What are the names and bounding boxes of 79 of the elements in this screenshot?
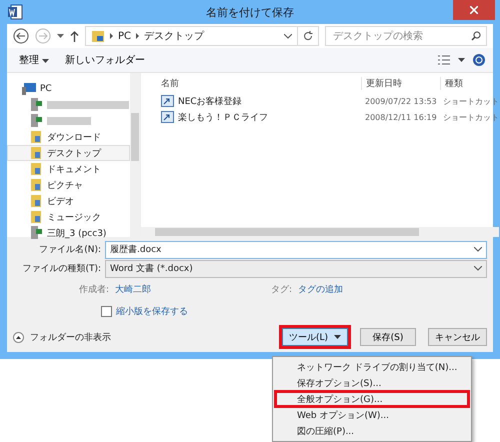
checkbox[interactable] [101, 306, 112, 317]
tree-item[interactable]: デスクトップ [7, 145, 130, 161]
tree-item[interactable]: ドキュメント [7, 161, 130, 177]
path-segment[interactable]: デスクトップ [144, 29, 204, 43]
caret-icon[interactable] [458, 58, 465, 62]
scrollbar[interactable] [141, 227, 499, 237]
chevron-icon [110, 33, 113, 39]
table-cell-text: 2009/07/22 13:53 [364, 96, 438, 108]
network-drive-icon [30, 226, 43, 240]
folder-icon [30, 146, 43, 160]
filetype-label: ファイルの種類(T): [21, 262, 102, 275]
shortcut-icon [161, 95, 174, 107]
network-drive-icon [30, 98, 43, 112]
filename-field[interactable]: 履歴書.docx [105, 240, 487, 258]
column-header[interactable]: 更新日時 [361, 76, 440, 90]
folder-icon [30, 210, 43, 224]
folder-icon [30, 178, 43, 192]
search-field[interactable]: デスクトップの検索 [325, 26, 487, 46]
chevron-down-icon[interactable] [284, 34, 292, 38]
cancel-button[interactable]: キャンセル [428, 328, 487, 346]
menu-item[interactable]: 全般オプション(G)... [275, 391, 469, 407]
tree-item[interactable]: ビデオ [7, 193, 130, 209]
folder-icon [30, 194, 43, 208]
search-icon [471, 31, 481, 41]
column-header[interactable]: 名前 [153, 76, 361, 90]
author-link[interactable]: 大崎二郎 [115, 282, 151, 296]
filename-label: ファイル名(N): [38, 244, 102, 256]
hide-folders-link[interactable]: フォルダーの非表示 [30, 330, 111, 344]
checkbox-label[interactable]: 縮小版を保存する [116, 305, 188, 318]
back-icon[interactable] [13, 28, 29, 44]
menu-item[interactable]: Web オプション(W)... [275, 407, 469, 423]
shortcut-icon [161, 111, 174, 123]
chevron-icon [136, 33, 140, 39]
caret-icon[interactable] [57, 34, 64, 38]
chevron-up-icon[interactable] [13, 332, 24, 342]
new-folder-button[interactable]: 新しいフォルダー [61, 51, 150, 69]
chevron-down-icon [474, 247, 482, 252]
window-title: 名前を付けて保存 [206, 4, 294, 20]
close-button[interactable] [453, 0, 495, 20]
menu-item[interactable]: 保存オプション(S)... [275, 375, 469, 391]
organize-button[interactable]: 整理 [15, 51, 54, 69]
network-drive-icon [30, 114, 43, 128]
menu-item[interactable]: ネットワーク ドライブの割り当て(N)... [275, 359, 469, 375]
caret-icon [334, 335, 341, 339]
scrollbar[interactable] [130, 73, 140, 237]
tools-button[interactable]: ツール(L) [282, 328, 348, 346]
tree-item[interactable]: ミュージック [7, 209, 130, 225]
tree-item[interactable]: PC [7, 81, 130, 97]
computer-icon [22, 83, 36, 95]
menu-item[interactable]: 図の圧縮(P)... [275, 423, 469, 439]
tree-item[interactable]: 三朗_3 (pcc3) [7, 225, 130, 241]
folder-icon [91, 29, 105, 43]
folder-icon [30, 162, 43, 176]
filetype-dropdown[interactable]: Word 文書 (*.docx) [105, 260, 487, 278]
file-name[interactable]: NECお客様登録 [178, 94, 242, 108]
file-name[interactable]: 楽しもう！ＰＣライフ [178, 110, 268, 124]
save-button[interactable]: 保存(S) [360, 328, 416, 346]
tree-item[interactable]: ダウンロード [7, 129, 130, 145]
close-icon [470, 6, 478, 14]
table-cell-text: ショートカット [442, 112, 499, 124]
table-cell-text: ショートカット [442, 96, 499, 108]
address-bar[interactable]: PC デスクトップ [85, 26, 319, 46]
blurred-label [47, 117, 91, 125]
refresh-icon[interactable] [303, 31, 313, 41]
help-icon[interactable] [473, 54, 485, 66]
chevron-down-icon [474, 266, 482, 271]
search-input[interactable]: デスクトップの検索 [331, 30, 471, 42]
tags-label: タグ: [271, 284, 294, 296]
author-label: 作成者: [78, 284, 110, 296]
tree-item[interactable]: ピクチャ [7, 177, 130, 193]
table-cell-text: 2008/12/11 16:19 [364, 112, 438, 124]
folder-icon [30, 130, 43, 144]
column-header[interactable]: 種類 [440, 76, 499, 90]
up-arrow-icon[interactable] [70, 30, 79, 42]
document-app-icon [7, 4, 23, 20]
tags-link[interactable]: タグの追加 [298, 282, 344, 296]
view-icon[interactable] [438, 55, 450, 65]
caret-icon [42, 59, 50, 63]
path-segment[interactable]: PC [118, 30, 132, 42]
